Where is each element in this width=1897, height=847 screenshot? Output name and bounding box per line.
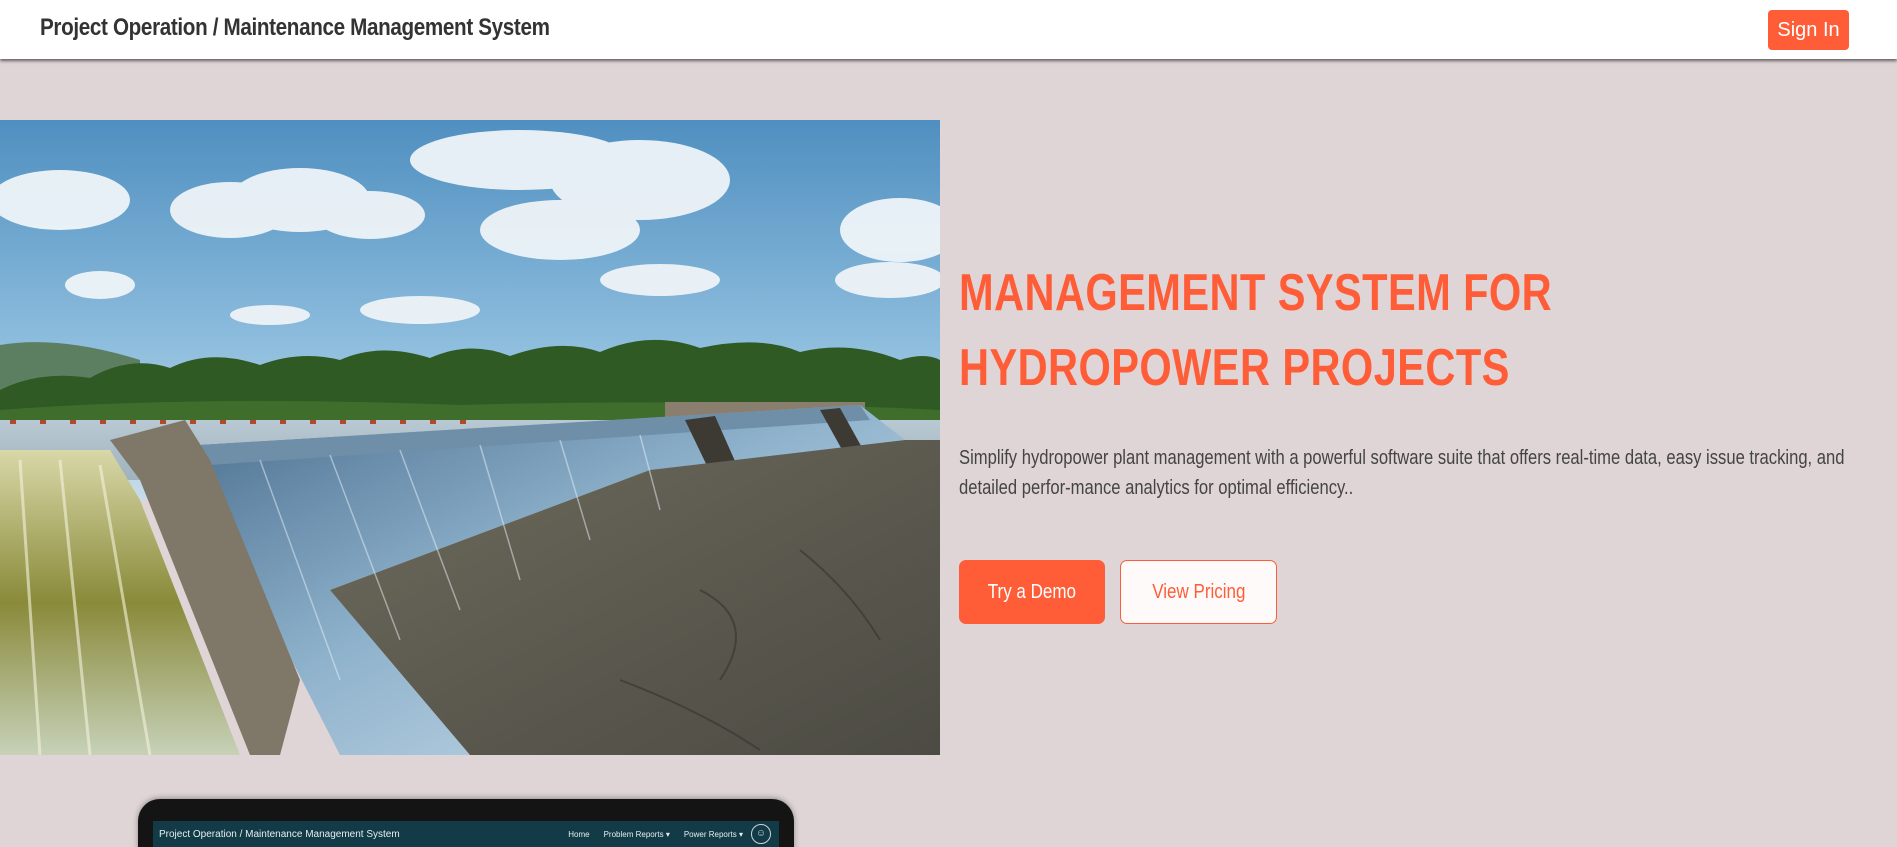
device-nav-problem-reports: Problem Reports ▾ bbox=[603, 830, 670, 839]
device-mockup: Project Operation / Maintenance Manageme… bbox=[138, 799, 794, 847]
top-navbar: Project Operation / Maintenance Manageme… bbox=[0, 0, 1897, 59]
hero-title: MANAGEMENT SYSTEM FOR HYDROPOWER PROJECT… bbox=[959, 256, 1679, 406]
device-app-title: Project Operation / Maintenance Manageme… bbox=[159, 829, 400, 840]
device-nav-home: Home bbox=[568, 830, 590, 839]
sign-in-button[interactable]: Sign In bbox=[1768, 10, 1849, 50]
hero-image bbox=[0, 120, 940, 755]
brand-title[interactable]: Project Operation / Maintenance Manageme… bbox=[40, 14, 550, 42]
view-pricing-button[interactable]: View Pricing bbox=[1120, 560, 1277, 624]
hero-title-line-2: HYDROPOWER PROJECTS bbox=[959, 339, 1510, 397]
device-screen: Project Operation / Maintenance Manageme… bbox=[153, 821, 779, 847]
hero-title-line-1: MANAGEMENT SYSTEM FOR bbox=[959, 264, 1553, 322]
device-nav-power-reports: Power Reports ▾ bbox=[683, 830, 743, 839]
try-demo-label: Try a Demo bbox=[987, 580, 1077, 603]
user-avatar-icon: ☺ bbox=[751, 824, 771, 844]
view-pricing-label: View Pricing bbox=[1151, 580, 1246, 603]
device-nav: Home Problem Reports ▾ Power Reports ▾ bbox=[568, 830, 743, 839]
hero-description: Simplify hydropower plant management wit… bbox=[959, 447, 1845, 499]
try-demo-button[interactable]: Try a Demo bbox=[959, 560, 1105, 624]
